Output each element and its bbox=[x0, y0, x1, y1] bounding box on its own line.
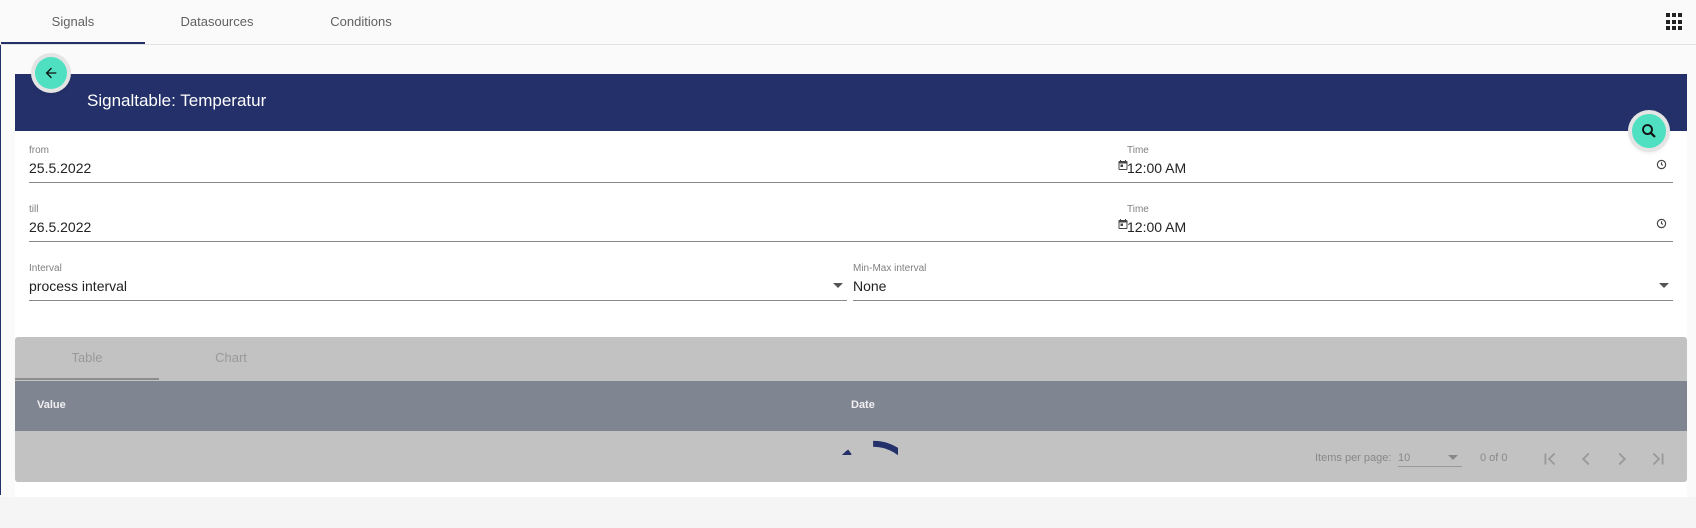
tab-table[interactable]: Table bbox=[15, 337, 159, 380]
minmax-interval-select[interactable]: Min-Max interval None bbox=[853, 263, 1673, 301]
paginator-range: 0 of 0 bbox=[1480, 452, 1508, 464]
interval-underline bbox=[29, 300, 847, 301]
chevron-down-icon bbox=[1448, 455, 1458, 460]
from-underline bbox=[29, 182, 1135, 183]
top-nav-bar: Signals Datasources Conditions bbox=[0, 0, 1696, 45]
minmax-underline bbox=[853, 300, 1673, 301]
tab-conditions[interactable]: Conditions bbox=[289, 0, 433, 44]
items-per-page-label: Items per page: bbox=[1315, 452, 1392, 464]
interval-select[interactable]: Interval process interval bbox=[29, 263, 847, 301]
till-date-field[interactable]: till 26.5.2022 bbox=[29, 204, 1135, 242]
tab-signals[interactable]: Signals bbox=[1, 0, 145, 44]
till-time-field[interactable]: Time 12:00 AM bbox=[1127, 204, 1673, 242]
first-page-icon[interactable] bbox=[1539, 448, 1561, 470]
from-time-label: Time bbox=[1127, 145, 1149, 156]
from-date-field[interactable]: from 25.5.2022 bbox=[29, 145, 1135, 183]
from-label: from bbox=[29, 145, 49, 156]
tab-datasources[interactable]: Datasources bbox=[145, 0, 289, 44]
from-value: 25.5.2022 bbox=[29, 160, 92, 176]
till-value: 26.5.2022 bbox=[29, 219, 92, 235]
items-per-page-value: 10 bbox=[1398, 452, 1411, 464]
page-title: Signaltable: Temperatur bbox=[87, 91, 267, 110]
till-label: till bbox=[29, 204, 39, 215]
chevron-down-icon bbox=[833, 283, 843, 288]
arrow-left-icon bbox=[45, 67, 57, 79]
back-button[interactable] bbox=[35, 57, 67, 89]
till-time-value: 12:00 AM bbox=[1127, 219, 1187, 235]
interval-value: process interval bbox=[29, 278, 128, 294]
last-page-icon[interactable] bbox=[1647, 448, 1669, 470]
clock-icon[interactable] bbox=[1656, 159, 1667, 170]
card-header: Signaltable: Temperatur bbox=[15, 74, 1687, 131]
search-button[interactable] bbox=[1632, 114, 1666, 148]
minmax-value: None bbox=[853, 278, 887, 294]
from-time-underline bbox=[1127, 182, 1673, 183]
tab-chart[interactable]: Chart bbox=[159, 337, 303, 380]
items-per-page-select[interactable]: 10 bbox=[1398, 449, 1462, 467]
column-header-value[interactable]: Value bbox=[37, 399, 66, 411]
left-accent-bar bbox=[0, 0, 1, 495]
interval-label: Interval bbox=[29, 263, 62, 274]
apps-grid-icon[interactable] bbox=[1666, 13, 1684, 31]
loading-spinner-icon bbox=[830, 440, 898, 455]
next-page-icon[interactable] bbox=[1611, 448, 1633, 470]
from-time-field[interactable]: Time 12:00 AM bbox=[1127, 145, 1673, 183]
page-footer-area bbox=[0, 497, 1696, 528]
till-time-underline bbox=[1127, 241, 1673, 242]
till-time-label: Time bbox=[1127, 204, 1149, 215]
chevron-down-icon bbox=[1659, 283, 1669, 288]
till-underline bbox=[29, 241, 1135, 242]
search-icon bbox=[1642, 124, 1656, 138]
from-time-value: 12:00 AM bbox=[1127, 160, 1187, 176]
minmax-label: Min-Max interval bbox=[853, 263, 927, 274]
previous-page-icon[interactable] bbox=[1575, 448, 1597, 470]
clock-icon[interactable] bbox=[1656, 218, 1667, 229]
